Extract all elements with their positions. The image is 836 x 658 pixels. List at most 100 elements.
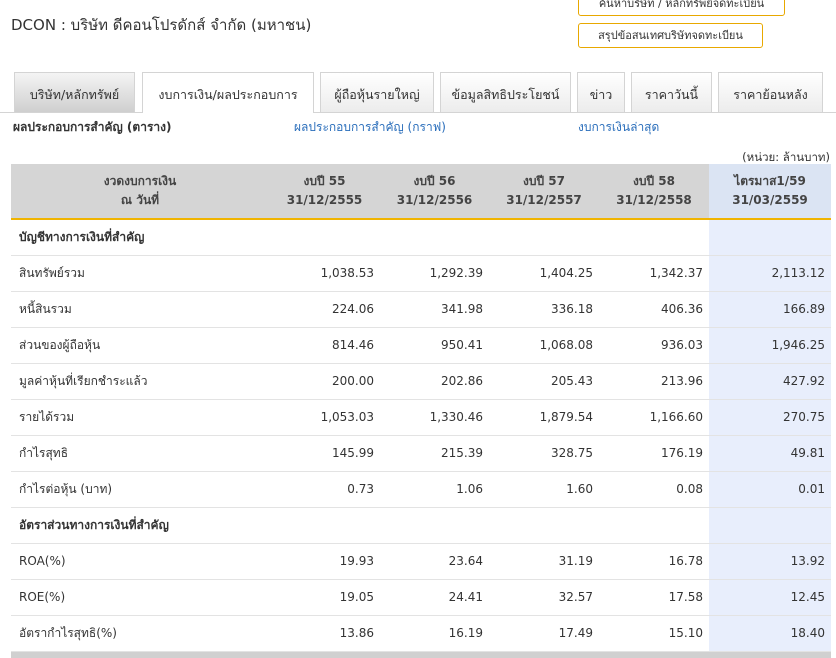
value-cell: 336.18 bbox=[489, 291, 599, 328]
value-cell: 427.92 bbox=[709, 363, 831, 400]
value-cell: 16.19 bbox=[380, 615, 489, 652]
value-cell: 202.86 bbox=[380, 363, 489, 400]
tab-financial-statements[interactable]: งบการเงิน/ผลประกอบการ bbox=[142, 72, 314, 113]
section-label: อัตราส่วนทางการเงินที่สำคัญ bbox=[11, 507, 709, 544]
subnav-chart-link[interactable]: ผลประกอบการสำคัญ (กราฟ) bbox=[294, 118, 446, 137]
row-label: ROA(%) bbox=[11, 543, 269, 580]
value-cell: 406.36 bbox=[599, 291, 709, 328]
value-cell: 176.19 bbox=[599, 435, 709, 472]
row-label: อัตรากำไรสุทธิ(%) bbox=[11, 615, 269, 652]
financial-table: งวดงบการเงินณ วันที่ งบปี 55 31/12/2555 ง… bbox=[11, 164, 831, 652]
value-cell: 19.93 bbox=[269, 543, 380, 580]
header-col-3: งบปี 57 31/12/2557 bbox=[489, 164, 599, 220]
section-label: บัญชีทางการเงินที่สำคัญ bbox=[11, 219, 709, 256]
value-cell: 0.73 bbox=[269, 471, 380, 508]
row-label: รายได้รวม bbox=[11, 399, 269, 436]
tab-historical-price[interactable]: ราคาย้อนหลัง bbox=[718, 72, 823, 112]
value-cell: 213.96 bbox=[599, 363, 709, 400]
row-label: สินทรัพย์รวม bbox=[11, 255, 269, 292]
value-cell: 814.46 bbox=[269, 327, 380, 364]
value-cell: 950.41 bbox=[380, 327, 489, 364]
value-cell: 936.03 bbox=[599, 327, 709, 364]
value-cell: 1,404.25 bbox=[489, 255, 599, 292]
value-cell: 1,946.25 bbox=[709, 327, 831, 364]
section-highlight-cell bbox=[709, 507, 831, 544]
value-cell: 328.75 bbox=[489, 435, 599, 472]
tab-benefits-info[interactable]: ข้อมูลสิทธิประโยชน์ bbox=[440, 72, 571, 112]
tab-major-shareholders[interactable]: ผู้ถือหุ้นรายใหญ่ bbox=[320, 72, 434, 112]
value-cell: 1,068.08 bbox=[489, 327, 599, 364]
row-label: หนี้สินรวม bbox=[11, 291, 269, 328]
value-cell: 18.40 bbox=[709, 615, 831, 652]
section-header-row: บัญชีทางการเงินที่สำคัญ bbox=[11, 219, 831, 256]
table-row: ROA(%) 19.93 23.64 31.19 16.78 13.92 bbox=[11, 543, 831, 580]
table-bottom-bar bbox=[11, 652, 831, 658]
value-cell: 49.81 bbox=[709, 435, 831, 472]
row-label: กำไรสุทธิ bbox=[11, 435, 269, 472]
value-cell: 166.89 bbox=[709, 291, 831, 328]
tab-today-price[interactable]: ราคาวันนี้ bbox=[631, 72, 712, 112]
table-row: กำไรสุทธิ 145.99 215.39 328.75 176.19 49.81 bbox=[11, 435, 831, 472]
value-cell: 205.43 bbox=[489, 363, 599, 400]
section-highlight-cell bbox=[709, 219, 831, 256]
value-cell: 145.99 bbox=[269, 435, 380, 472]
table-row: มูลค่าหุ้นที่เรียกชำระแล้ว 200.00 202.86 20… bbox=[11, 363, 831, 400]
row-label: มูลค่าหุ้นที่เรียกชำระแล้ว bbox=[11, 363, 269, 400]
search-company-button[interactable]: ค้นหาบริษัท / หลักทรัพย์จดทะเบียน bbox=[578, 0, 785, 16]
value-cell: 341.98 bbox=[380, 291, 489, 328]
row-label: ROE(%) bbox=[11, 579, 269, 616]
subnav-current-table: ผลประกอบการสำคัญ (ตาราง) bbox=[13, 120, 172, 134]
value-cell: 1,053.03 bbox=[269, 399, 380, 436]
value-cell: 215.39 bbox=[380, 435, 489, 472]
table-row: หนี้สินรวม 224.06 341.98 336.18 406.36 166.89 bbox=[11, 291, 831, 328]
value-cell: 23.64 bbox=[380, 543, 489, 580]
value-cell: 1,879.54 bbox=[489, 399, 599, 436]
header-period: งวดงบการเงินณ วันที่ bbox=[11, 164, 269, 220]
table-header-row: งวดงบการเงินณ วันที่ งบปี 55 31/12/2555 ง… bbox=[11, 164, 831, 220]
tab-company-securities[interactable]: บริษัท/หลักทรัพย์ bbox=[14, 72, 135, 112]
table-row: สินทรัพย์รวม 1,038.53 1,292.39 1,404.25 1,34… bbox=[11, 255, 831, 292]
tab-news[interactable]: ข่าว bbox=[577, 72, 625, 112]
row-label: ส่วนของผู้ถือหุ้น bbox=[11, 327, 269, 364]
subnav-latest-statement-link[interactable]: งบการเงินล่าสุด bbox=[578, 118, 659, 137]
header-col-5: ไตรมาส1/59 31/03/2559 bbox=[709, 164, 831, 220]
header-col-4: งบปี 58 31/12/2558 bbox=[599, 164, 709, 220]
value-cell: 1.60 bbox=[489, 471, 599, 508]
value-cell: 1,038.53 bbox=[269, 255, 380, 292]
value-cell: 13.86 bbox=[269, 615, 380, 652]
row-label: กำไรต่อหุ้น (บาท) bbox=[11, 471, 269, 508]
table-row: กำไรต่อหุ้น (บาท) 0.73 1.06 1.60 0.08 0.01 bbox=[11, 471, 831, 508]
main-tabs: บริษัท/หลักทรัพย์ งบการเงิน/ผลประกอบการ … bbox=[14, 72, 836, 113]
value-cell: 24.41 bbox=[380, 579, 489, 616]
table-row: รายได้รวม 1,053.03 1,330.46 1,879.54 1,166.6… bbox=[11, 399, 831, 436]
value-cell: 16.78 bbox=[599, 543, 709, 580]
value-cell: 15.10 bbox=[599, 615, 709, 652]
value-cell: 17.49 bbox=[489, 615, 599, 652]
company-title: DCON : บริษัท ดีคอนโปรดักส์ จำกัด (มหาชน… bbox=[11, 16, 312, 34]
value-cell: 17.58 bbox=[599, 579, 709, 616]
table-row: ROE(%) 19.05 24.41 32.57 17.58 12.45 bbox=[11, 579, 831, 616]
table-row: ส่วนของผู้ถือหุ้น 814.46 950.41 1,068.08 936… bbox=[11, 327, 831, 364]
header-col-1: งบปี 55 31/12/2555 bbox=[269, 164, 380, 220]
value-cell: 0.01 bbox=[709, 471, 831, 508]
value-cell: 19.05 bbox=[269, 579, 380, 616]
value-cell: 224.06 bbox=[269, 291, 380, 328]
value-cell: 12.45 bbox=[709, 579, 831, 616]
value-cell: 270.75 bbox=[709, 399, 831, 436]
header-col-2: งบปี 56 31/12/2556 bbox=[380, 164, 489, 220]
value-cell: 1,292.39 bbox=[380, 255, 489, 292]
value-cell: 32.57 bbox=[489, 579, 599, 616]
listed-company-summary-button[interactable]: สรุปข้อสนเทศบริษัทจดทะเบียน bbox=[578, 23, 763, 48]
value-cell: 31.19 bbox=[489, 543, 599, 580]
value-cell: 200.00 bbox=[269, 363, 380, 400]
value-cell: 2,113.12 bbox=[709, 255, 831, 292]
value-cell: 13.92 bbox=[709, 543, 831, 580]
table-row: อัตรากำไรสุทธิ(%) 13.86 16.19 17.49 15.10 18.… bbox=[11, 615, 831, 652]
value-cell: 1,330.46 bbox=[380, 399, 489, 436]
tabs-divider bbox=[0, 112, 836, 113]
section-header-row: อัตราส่วนทางการเงินที่สำคัญ bbox=[11, 507, 831, 544]
value-cell: 1,342.37 bbox=[599, 255, 709, 292]
value-cell: 1.06 bbox=[380, 471, 489, 508]
value-cell: 1,166.60 bbox=[599, 399, 709, 436]
value-cell: 0.08 bbox=[599, 471, 709, 508]
